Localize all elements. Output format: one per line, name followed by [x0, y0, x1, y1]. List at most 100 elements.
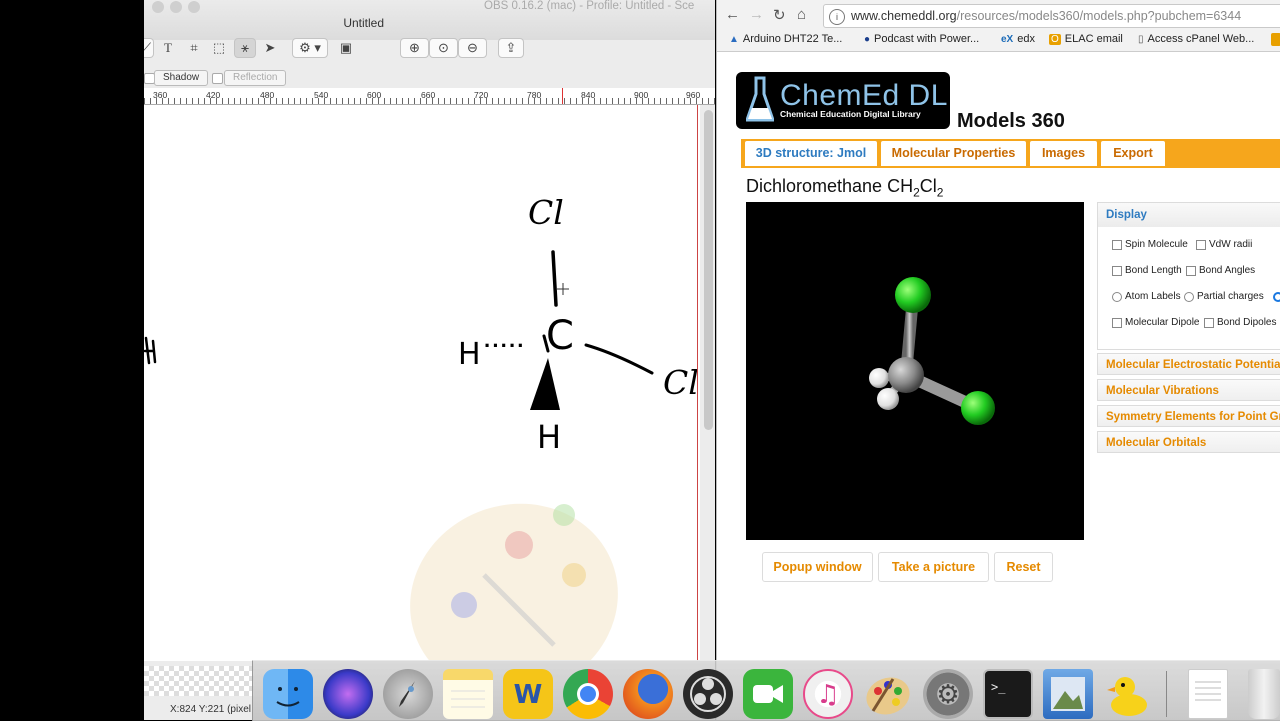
bookmark-elac-email[interactable]: O ELAC email [1049, 33, 1123, 45]
reflection-button[interactable]: Reflection [224, 70, 287, 86]
paint-toolbar: ⟋ T ⌗ ⬚ ⚹ ➤ ⚙ ▾ ▣ ⊕ ⊙ ⊖ ⇪ [144, 36, 715, 64]
zoom-out-icon[interactable]: ⊖ [458, 38, 487, 58]
minimize-window-button[interactable] [170, 1, 182, 13]
shadow-button[interactable]: Shadow [154, 70, 209, 86]
forward-arrow-icon[interactable]: → [749, 6, 764, 23]
checkbox[interactable] [1204, 317, 1214, 328]
checkbox[interactable] [1186, 265, 1196, 276]
molecular-dipole-option[interactable]: Molecular Dipole [1112, 317, 1199, 328]
svg-text:>_: >_ [991, 680, 1006, 694]
text-tool-icon[interactable]: T [158, 38, 178, 58]
preview-icon[interactable] [1043, 669, 1093, 719]
podcast-icon: ● [864, 34, 871, 45]
pointer-tool-icon[interactable]: ➤ [260, 38, 280, 58]
bookmark-label: Arduino DHT22 Te... [742, 33, 843, 45]
pencil-tool-icon[interactable]: ⟋ [144, 38, 154, 58]
trash-icon[interactable] [1248, 669, 1280, 719]
options-bar: Shadow Reflection [144, 68, 715, 88]
radio[interactable] [1112, 291, 1122, 302]
dock-separator [1166, 671, 1167, 717]
accordion-molecular-vibrations[interactable]: Molecular Vibrations [1097, 379, 1280, 401]
bookmark-arduino[interactable]: ▲ Arduino DHT22 Te... [729, 33, 842, 45]
document-icon[interactable] [1188, 669, 1228, 719]
hydrogen-atom [869, 368, 889, 388]
checkbox[interactable] [1112, 317, 1122, 328]
drawing-canvas[interactable]: Cl C H ····· Cl H [144, 105, 700, 661]
tab-images[interactable]: Images [1030, 141, 1097, 166]
radio-selected[interactable] [1272, 291, 1280, 302]
siri-icon[interactable] [323, 669, 373, 719]
take-picture-button[interactable]: Take a picture [878, 552, 989, 582]
accordion-molecular-orbitals[interactable]: Molecular Orbitals [1097, 431, 1280, 453]
bookmarks-bar: ▲ Arduino DHT22 Te... ● Podcast with Power… [717, 30, 1280, 52]
accordion-symmetry-elements[interactable]: Symmetry Elements for Point Groups [1097, 405, 1280, 427]
h-dash-label: H [458, 337, 481, 372]
hand-drawn-molecule [144, 250, 654, 410]
mail-icon: O [1049, 34, 1061, 45]
molecule-title: Dichloromethane CH2Cl2 [746, 176, 944, 200]
image-adjust-icon[interactable]: ▣ [334, 38, 358, 58]
back-arrow-icon[interactable]: ← [725, 6, 740, 23]
paintbrush-icon[interactable] [863, 669, 913, 719]
firefox-icon[interactable] [623, 669, 673, 719]
obs-icon[interactable] [683, 669, 733, 719]
terminal-icon[interactable]: >_ [983, 669, 1033, 719]
cyberduck-icon[interactable] [1103, 669, 1153, 719]
checkbox[interactable] [1112, 239, 1122, 250]
address-bar[interactable]: i www.chemeddl.org/resources/models360/mo… [823, 4, 1280, 28]
system-preferences-icon[interactable]: ⚙ [923, 669, 973, 719]
bookmark-cpanel[interactable]: ▯ Access cPanel Web... [1138, 33, 1254, 45]
tab-molecular-properties[interactable]: Molecular Properties [881, 141, 1026, 166]
bookmark-label: edx [1017, 33, 1035, 45]
bond-dipoles-option[interactable]: Bond Dipoles [1204, 317, 1276, 328]
reload-icon[interactable]: ↻ [773, 6, 786, 24]
bookmark-podcast[interactable]: ● Podcast with Power... [864, 33, 979, 45]
radio[interactable] [1184, 291, 1194, 302]
tab-export[interactable]: Export [1101, 141, 1165, 166]
settings-gear-icon[interactable]: ⚙ ▾ [292, 38, 328, 58]
launchpad-icon[interactable] [383, 669, 433, 719]
itunes-icon[interactable]: ♫ [803, 669, 853, 719]
facetime-icon[interactable] [743, 669, 793, 719]
canvas-edge-guide [697, 105, 698, 661]
canvas-vertical-scrollbar[interactable] [704, 110, 713, 430]
obs-window-title: OBS 0.16.2 (mac) - Profile: Untitled - S… [484, 0, 695, 12]
spin-molecule-option[interactable]: Spin Molecule [1112, 239, 1188, 250]
chrome-icon[interactable] [563, 669, 613, 719]
close-window-button[interactable] [152, 1, 164, 13]
checkbox[interactable] [1196, 239, 1206, 250]
wunderlist-icon[interactable]: W [503, 669, 553, 719]
rect-select-icon[interactable]: ⬚ [208, 38, 230, 58]
reset-button[interactable]: Reset [994, 552, 1053, 582]
flask-logo-icon [746, 76, 774, 122]
partial-charges-option[interactable]: Partial charges [1184, 291, 1280, 302]
share-icon[interactable]: ⇪ [498, 38, 524, 58]
zoom-window-button[interactable] [188, 1, 200, 13]
crop-tool-icon[interactable]: ⌗ [184, 38, 204, 58]
vdw-radii-option[interactable]: VdW radii [1196, 239, 1252, 250]
info-icon[interactable]: i [829, 8, 845, 25]
bookmark-label: ELAC email [1064, 33, 1123, 45]
page-heading: Models 360 [957, 110, 1065, 132]
zoom-in-icon[interactable]: ⊕ [400, 38, 429, 58]
bookmark-label: Access cPanel Web... [1147, 33, 1255, 45]
chemed-logo[interactable]: ChemEd DL Chemical Education Digital Lib… [736, 72, 950, 129]
popup-window-button[interactable]: Popup window [762, 552, 873, 582]
atom-labels-option[interactable]: Atom Labels [1112, 291, 1181, 302]
display-heading[interactable]: Display [1098, 203, 1280, 227]
magic-wand-icon[interactable]: ⚹ [234, 38, 256, 58]
reflection-checkbox[interactable] [212, 73, 223, 84]
finder-icon[interactable] [263, 669, 313, 719]
tab-3d-structure[interactable]: 3D structure: Jmol [745, 141, 877, 166]
bookmark-overflow-icon[interactable] [1271, 33, 1280, 46]
accordion-electrostatic-potential[interactable]: Molecular Electrostatic Potential [1097, 353, 1280, 375]
home-icon[interactable]: ⌂ [797, 6, 806, 23]
bond-length-option[interactable]: Bond Length [1112, 265, 1182, 276]
notes-icon[interactable] [443, 669, 493, 719]
bond-angles-option[interactable]: Bond Angles [1186, 265, 1255, 276]
checkbox[interactable] [1112, 265, 1122, 276]
paint-document-title: Untitled [343, 16, 384, 30]
bookmark-edx[interactable]: eX edx [1001, 33, 1035, 45]
jmol-3d-viewer[interactable] [746, 202, 1084, 540]
zoom-actual-icon[interactable]: ⊙ [429, 38, 458, 58]
